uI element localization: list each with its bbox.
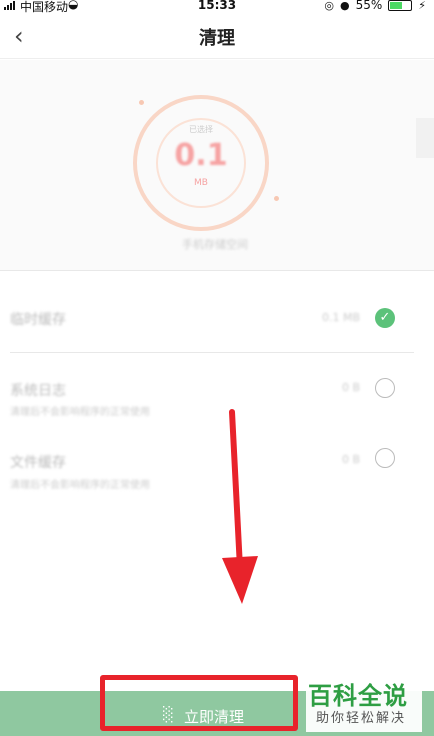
item-description: 清理后不会影响程序的正常使用 xyxy=(10,407,150,418)
alarm-icon: ● xyxy=(339,0,350,12)
charging-icon: ⚡ xyxy=(418,0,426,12)
status-bar: 中国移动 ◒ 15:33 ◎ ● 55% ⚡ xyxy=(0,0,434,14)
ring-dot xyxy=(274,196,279,201)
checkbox-checked-icon[interactable]: ✓ xyxy=(375,308,395,328)
summary-value: 0.1 xyxy=(174,138,228,173)
checkbox-icon[interactable] xyxy=(375,448,395,468)
battery-icon xyxy=(388,0,413,11)
summary-label: 已选择 xyxy=(189,125,213,134)
item-size: 0.1 MB xyxy=(321,311,360,324)
checkbox-icon[interactable] xyxy=(375,378,395,398)
orientation-lock-icon: ◎ xyxy=(324,0,334,12)
annotation-highlight-box xyxy=(100,675,298,731)
list-item[interactable]: 临时缓存 0.1 MB ✓ xyxy=(0,285,434,350)
page-title: 清理 xyxy=(199,28,235,49)
item-title: 临时缓存 xyxy=(10,312,66,328)
ring-dot xyxy=(139,100,144,105)
watermark-tagline: 助你轻松解决 xyxy=(316,711,407,726)
summary-caption: 手机存储空间 xyxy=(182,238,248,251)
item-title: 系统日志 xyxy=(10,383,66,399)
summary-unit: MB xyxy=(194,178,208,188)
divider xyxy=(0,270,434,271)
watermark-logo: 百科全说 xyxy=(308,682,408,710)
list-item[interactable]: 文件缓存 清理后不会影响程序的正常使用 0 B xyxy=(0,438,434,503)
item-size: 0 B xyxy=(341,453,360,466)
item-size: 0 B xyxy=(341,381,360,394)
list-item[interactable]: 系统日志 清理后不会影响程序的正常使用 0 B xyxy=(0,360,434,425)
item-title: 文件缓存 xyxy=(10,455,66,471)
nav-bar: ‹ 清理 xyxy=(0,14,434,59)
battery-percent: 55% xyxy=(355,0,383,12)
divider xyxy=(10,352,414,353)
item-description: 清理后不会影响程序的正常使用 xyxy=(10,480,150,491)
edge-handle xyxy=(416,118,434,158)
annotation-arrow xyxy=(218,408,262,608)
